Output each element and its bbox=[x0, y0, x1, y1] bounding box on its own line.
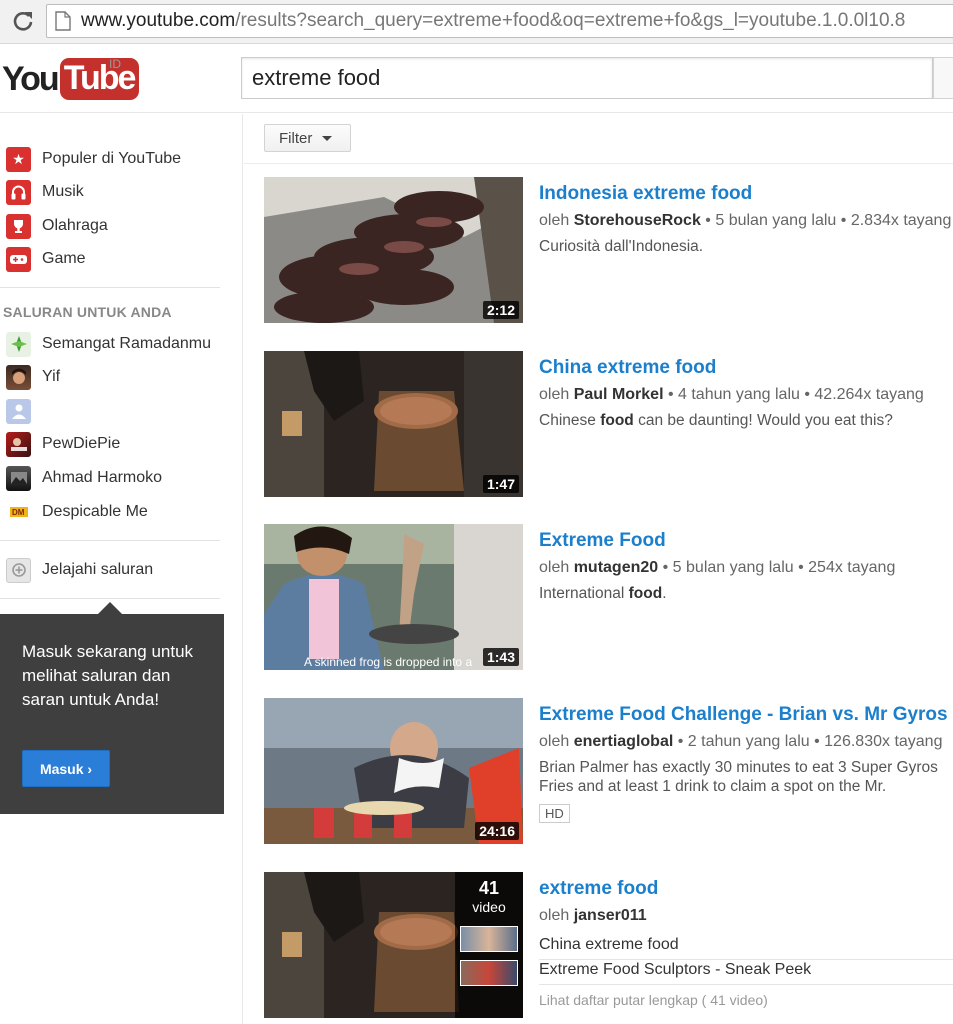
result-item: A skinned frog is dropped into a 1:43 Ex… bbox=[264, 524, 953, 670]
video-title-link[interactable]: China extreme food bbox=[539, 357, 716, 379]
svg-text:DM: DM bbox=[12, 508, 25, 517]
search-box bbox=[241, 57, 933, 99]
reload-icon[interactable] bbox=[10, 8, 36, 34]
video-meta: oleh Paul Morkel • 4 tahun yang lalu • 4… bbox=[539, 386, 924, 403]
sidebar-channel-pewdiepie[interactable]: PewDiePie bbox=[0, 430, 240, 458]
video-meta: oleh StorehouseRock • 5 bulan yang lalu … bbox=[539, 212, 952, 229]
video-description: Curiosità dall'Indonesia. bbox=[539, 238, 704, 255]
playlist-meta: oleh janser011 bbox=[539, 907, 647, 924]
result-item: 1:47 China extreme food oleh Paul Morkel… bbox=[264, 351, 953, 497]
channel-link[interactable]: janser011 bbox=[574, 907, 647, 924]
signin-promo: Masuk sekarang untuk melihat saluran dan… bbox=[0, 602, 224, 814]
sidebar-item-music[interactable]: Musik bbox=[0, 178, 240, 206]
sidebar-divider bbox=[0, 598, 220, 599]
channel-link[interactable]: StorehouseRock bbox=[574, 212, 701, 229]
youtube-logo[interactable]: You Tube ID bbox=[2, 57, 140, 101]
sidebar-channel-despicable[interactable]: DM Despicable Me bbox=[0, 498, 240, 526]
sidebar-channel-ahmad[interactable]: Ahmad Harmoko bbox=[0, 464, 240, 492]
hd-badge: HD bbox=[539, 804, 570, 823]
playlist-thumbnail[interactable]: 41 video bbox=[264, 872, 523, 1018]
playlist-video-link[interactable]: Extreme Food Sculptors - Sneak Peek bbox=[539, 961, 811, 979]
video-meta: oleh mutagen20 • 5 bulan yang lalu • 254… bbox=[539, 559, 896, 576]
video-title-link[interactable]: Indonesia extreme food bbox=[539, 183, 752, 205]
playlist-title-link[interactable]: extreme food bbox=[539, 878, 658, 900]
playlist-result-item: 41 video extreme food oleh janser011 Chi… bbox=[264, 872, 953, 1018]
playlist-count-overlay: 41 video bbox=[455, 872, 523, 1018]
sidebar-item-popular[interactable]: ★ Populer di YouTube bbox=[0, 145, 240, 173]
sidebar-divider bbox=[0, 540, 220, 541]
playlist-separator bbox=[539, 984, 953, 985]
video-description: Brian Palmer has exactly 30 minutes to e… bbox=[539, 759, 938, 795]
masthead: You Tube ID bbox=[0, 45, 953, 113]
channel-link[interactable]: Paul Morkel bbox=[574, 386, 664, 403]
chevron-down-icon bbox=[322, 135, 333, 141]
sidebar-divider bbox=[0, 287, 220, 288]
video-thumbnail[interactable]: 1:47 bbox=[264, 351, 523, 497]
filter-button[interactable]: Filter bbox=[264, 124, 351, 152]
playlist-mini-thumb bbox=[460, 960, 518, 986]
video-duration: 24:16 bbox=[475, 822, 519, 840]
sidebar-channel-unknown[interactable] bbox=[0, 397, 240, 425]
result-item: 24:16 Extreme Food Challenge - Brian vs.… bbox=[264, 698, 953, 844]
country-code: ID bbox=[109, 57, 121, 71]
video-caption: A skinned frog is dropped into a bbox=[304, 655, 473, 669]
search-button[interactable] bbox=[933, 57, 953, 99]
sidebar-browse-channels[interactable]: Jelajahi saluran bbox=[0, 556, 240, 584]
video-thumbnail[interactable]: 2:12 bbox=[264, 177, 523, 323]
video-meta: oleh enertiaglobal • 2 tahun yang lalu •… bbox=[539, 733, 943, 750]
view-full-playlist-link[interactable]: Lihat daftar putar lengkap ( 41 video) bbox=[539, 992, 768, 1008]
headphones-icon bbox=[6, 179, 31, 205]
channel-link[interactable]: enertiaglobal bbox=[574, 733, 674, 750]
video-description: International food. bbox=[539, 585, 667, 602]
guide-sidebar: ★ Populer di YouTube Musik Olahraga Game… bbox=[0, 114, 243, 1024]
channel-avatar: DM bbox=[6, 499, 31, 525]
playlist-mini-thumb bbox=[460, 926, 518, 952]
video-duration: 2:12 bbox=[482, 301, 519, 319]
video-thumbnail[interactable]: A skinned frog is dropped into a 1:43 bbox=[264, 524, 523, 670]
channel-link[interactable]: mutagen20 bbox=[574, 559, 658, 576]
video-title-link[interactable]: Extreme Food bbox=[539, 530, 666, 552]
content-divider bbox=[244, 163, 953, 164]
address-bar[interactable]: www.youtube.com/results?search_query=ext… bbox=[46, 4, 953, 38]
channel-avatar bbox=[6, 431, 31, 457]
star-icon: ★ bbox=[6, 146, 31, 172]
video-thumbnail[interactable]: 24:16 bbox=[264, 698, 523, 844]
result-item: 2:12 Indonesia extreme food oleh Storeho… bbox=[264, 177, 953, 323]
page-icon bbox=[55, 11, 71, 31]
playlist-video-link[interactable]: China extreme food bbox=[539, 936, 679, 954]
plus-icon bbox=[6, 557, 31, 583]
sidebar-item-gaming[interactable]: Game bbox=[0, 245, 240, 273]
sidebar-channel-semangat[interactable]: Semangat Ramadanmu bbox=[0, 330, 240, 358]
url-text: www.youtube.com/results?search_query=ext… bbox=[81, 10, 906, 31]
playlist-separator bbox=[539, 959, 953, 960]
video-duration: 1:47 bbox=[482, 475, 519, 493]
sidebar-channel-yif[interactable]: Yif bbox=[0, 363, 240, 391]
signin-text: Masuk sekarang untuk melihat saluran dan… bbox=[22, 642, 194, 709]
channel-avatar bbox=[6, 364, 31, 390]
trophy-icon bbox=[6, 213, 31, 239]
channel-avatar bbox=[6, 331, 31, 357]
video-duration: 1:43 bbox=[482, 648, 519, 666]
browser-toolbar: www.youtube.com/results?search_query=ext… bbox=[0, 0, 953, 44]
gamepad-icon bbox=[6, 246, 31, 272]
search-input[interactable] bbox=[242, 58, 932, 98]
sidebar-item-sports[interactable]: Olahraga bbox=[0, 212, 240, 240]
signin-button[interactable]: Masuk › bbox=[22, 750, 110, 787]
video-description: Chinese food can be daunting! Would you … bbox=[539, 412, 893, 429]
channel-avatar bbox=[6, 465, 31, 491]
default-avatar-icon bbox=[6, 398, 31, 424]
video-title-link[interactable]: Extreme Food Challenge - Brian vs. Mr Gy… bbox=[539, 704, 948, 726]
channels-section-title: SALURAN UNTUK ANDA bbox=[3, 304, 172, 320]
